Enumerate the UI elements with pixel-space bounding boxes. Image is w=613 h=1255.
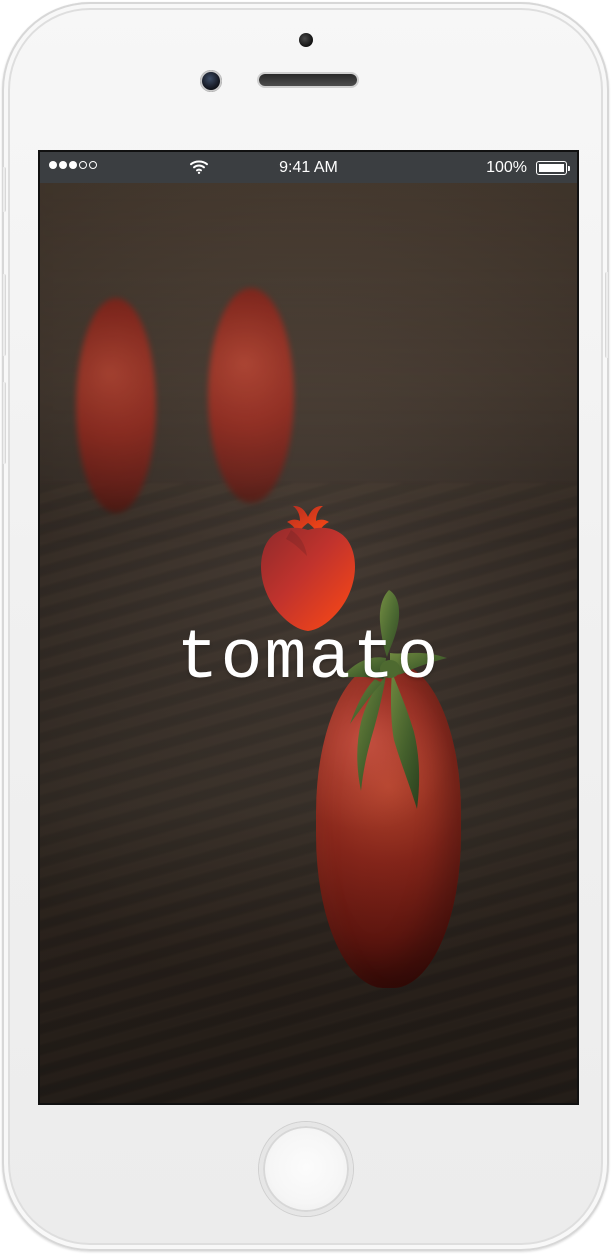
front-sensor-icon	[299, 33, 313, 47]
tomato-logo-icon	[260, 506, 356, 631]
volume-up-button	[2, 274, 6, 356]
power-button	[605, 272, 609, 358]
app-screen: 9:41 AM 100% tomato	[38, 150, 579, 1105]
mute-switch	[2, 167, 6, 212]
splash-background: tomato	[40, 183, 577, 1103]
earpiece-speaker	[259, 74, 357, 86]
brand-name: tomato	[176, 620, 441, 699]
phone-frame: 9:41 AM 100% tomato	[2, 2, 609, 1251]
brand-logo-block: tomato	[40, 506, 577, 726]
battery-icon	[536, 161, 570, 175]
home-button[interactable]	[259, 1122, 353, 1216]
battery-percentage: 100%	[486, 159, 527, 176]
front-camera-icon	[200, 70, 222, 92]
status-bar: 9:41 AM 100%	[40, 152, 577, 183]
volume-down-button	[2, 382, 6, 464]
battery-fill	[539, 164, 564, 172]
